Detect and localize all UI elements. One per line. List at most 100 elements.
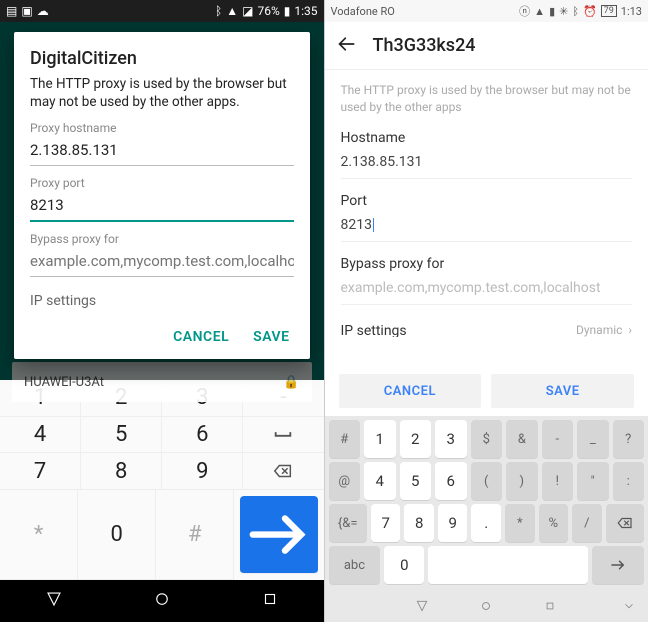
bypass-input[interactable]: example.com,mycomp.test.com,localhost bbox=[341, 280, 633, 305]
port-label: Proxy port bbox=[30, 176, 294, 190]
key-8[interactable]: 8 bbox=[81, 453, 162, 490]
cloud-icon: ☁ bbox=[37, 4, 49, 18]
port-field: Proxy port bbox=[30, 176, 294, 222]
key-lparen[interactable]: ( bbox=[471, 462, 503, 500]
wifi-icon: ▲ bbox=[226, 4, 238, 18]
battery-text: 79 bbox=[601, 5, 617, 17]
ip-value: Dynamic › bbox=[576, 323, 632, 337]
ip-settings-row[interactable]: IP settings Dynamic › bbox=[341, 319, 633, 337]
key-dollar[interactable]: $ bbox=[471, 420, 503, 458]
key-1[interactable]: 1 bbox=[364, 420, 396, 458]
key-backspace[interactable] bbox=[243, 453, 323, 490]
key-4[interactable]: 4 bbox=[0, 417, 81, 454]
key-0[interactable]: 0 bbox=[78, 490, 156, 580]
vibrate-icon: ✳ bbox=[559, 5, 568, 18]
key-7[interactable]: 7 bbox=[0, 453, 81, 490]
key-6[interactable]: 6 bbox=[435, 462, 467, 500]
key-amp[interactable]: & bbox=[506, 420, 538, 458]
key-5[interactable]: 5 bbox=[81, 417, 162, 454]
hostname-input[interactable] bbox=[30, 137, 294, 166]
dialog-note: The HTTP proxy is used by the browser bu… bbox=[30, 75, 294, 111]
hide-keyboard-icon[interactable] bbox=[622, 598, 636, 617]
key-underscore[interactable]: _ bbox=[577, 420, 609, 458]
clock-text: 1:35 bbox=[294, 4, 317, 18]
carrier-text: Vodafone RO bbox=[331, 5, 395, 18]
nav-back-icon[interactable] bbox=[45, 590, 63, 612]
phone-left: ▤ ▣ ☁ ᛒ ▲ ◪ 76% ▮ 1:35 HUAWEI-U3At 🔒 Dig… bbox=[0, 0, 325, 622]
cancel-button[interactable]: CANCEL bbox=[173, 329, 229, 345]
numeric-keyboard: 1 2 3 - 4 5 6 7 8 9 * 0 # bbox=[0, 380, 324, 580]
nav-bar bbox=[0, 580, 324, 622]
port-input[interactable]: 8213 bbox=[341, 217, 633, 242]
key-symbols[interactable]: {&= bbox=[329, 504, 367, 542]
hostname-input[interactable]: 2.138.85.131 bbox=[341, 154, 633, 179]
nav-back-icon[interactable] bbox=[415, 598, 429, 617]
key-period[interactable]: . bbox=[471, 504, 501, 542]
port-label: Port bbox=[341, 193, 633, 209]
key-star[interactable]: * bbox=[0, 490, 78, 580]
dialog-actions: CANCEL SAVE bbox=[30, 317, 294, 353]
no-sim-icon: ◪ bbox=[242, 4, 253, 18]
bypass-field: Bypass proxy for bbox=[30, 232, 294, 277]
key-9[interactable]: 9 bbox=[162, 453, 243, 490]
bluetooth-icon: ᛒ bbox=[215, 4, 222, 18]
key-backspace[interactable] bbox=[606, 504, 644, 542]
dialog-title: DigitalCitizen bbox=[30, 48, 294, 69]
key-space[interactable] bbox=[428, 546, 588, 584]
key-space[interactable] bbox=[243, 417, 323, 454]
key-hash[interactable]: # bbox=[156, 490, 234, 580]
hostname-label: Hostname bbox=[341, 130, 633, 146]
status-bar: ▤ ▣ ☁ ᛒ ▲ ◪ 76% ▮ 1:35 bbox=[0, 0, 324, 22]
key-bang[interactable]: ! bbox=[542, 462, 574, 500]
key-7[interactable]: 7 bbox=[371, 504, 401, 542]
proxy-dialog: DigitalCitizen The HTTP proxy is used by… bbox=[14, 32, 310, 359]
nav-bar bbox=[325, 592, 648, 622]
key-5[interactable]: 5 bbox=[400, 462, 432, 500]
battery-icon: ▮ bbox=[284, 4, 291, 18]
nav-recent-icon[interactable] bbox=[543, 598, 557, 617]
save-button[interactable]: SAVE bbox=[253, 329, 289, 345]
save-button[interactable]: SAVE bbox=[491, 374, 634, 408]
key-4[interactable]: 4 bbox=[364, 462, 396, 500]
header: Th3G33ks24 bbox=[325, 22, 648, 70]
bypass-input[interactable] bbox=[30, 248, 294, 277]
key-hash[interactable]: # bbox=[329, 420, 361, 458]
key-go[interactable] bbox=[592, 546, 644, 584]
proxy-note: The HTTP proxy is used by the browser bu… bbox=[341, 82, 633, 116]
alarm-icon: ⏰ bbox=[583, 5, 597, 18]
nfc-icon: ⓝ bbox=[519, 3, 530, 19]
page-title: Th3G33ks24 bbox=[373, 35, 476, 56]
keyboard: # 1 2 3 $ & - _ ? @ 4 5 6 ( ) ! " : {&= … bbox=[325, 416, 648, 592]
cancel-button[interactable]: CANCEL bbox=[339, 374, 482, 408]
ip-settings-row[interactable]: IP settings bbox=[30, 287, 294, 317]
key-colon[interactable]: : bbox=[613, 462, 645, 500]
nav-home-icon[interactable] bbox=[479, 598, 493, 617]
key-slash[interactable]: / bbox=[572, 504, 602, 542]
key-question[interactable]: ? bbox=[613, 420, 645, 458]
key-at[interactable]: @ bbox=[329, 462, 361, 500]
nav-home-icon[interactable] bbox=[153, 590, 171, 612]
key-6[interactable]: 6 bbox=[162, 417, 243, 454]
key-9[interactable]: 9 bbox=[438, 504, 468, 542]
port-input[interactable] bbox=[30, 192, 294, 222]
signal-icon: ▮ bbox=[549, 5, 555, 18]
bluetooth-icon: ᛒ bbox=[572, 5, 579, 18]
status-bar: Vodafone RO ⓝ ▲ ▮ ✳ ᛒ ⏰ 79 1:13 bbox=[325, 0, 648, 22]
hostname-field: Proxy hostname bbox=[30, 121, 294, 166]
key-rparen[interactable]: ) bbox=[506, 462, 538, 500]
key-8[interactable]: 8 bbox=[404, 504, 434, 542]
phone-right: Vodafone RO ⓝ ▲ ▮ ✳ ᛒ ⏰ 79 1:13 Th3G33ks… bbox=[325, 0, 648, 622]
key-3[interactable]: 3 bbox=[435, 420, 467, 458]
back-button[interactable] bbox=[337, 34, 357, 58]
key-abc[interactable]: abc bbox=[329, 546, 381, 584]
key-dash[interactable]: - bbox=[542, 420, 574, 458]
key-percent[interactable]: % bbox=[539, 504, 569, 542]
nav-recent-icon[interactable] bbox=[261, 590, 279, 612]
key-0[interactable]: 0 bbox=[384, 546, 424, 584]
notification-icon: ▤ bbox=[6, 4, 17, 18]
key-quote[interactable]: " bbox=[577, 462, 609, 500]
screen-body: HUAWEI-U3At 🔒 DigitalCitizen The HTTP pr… bbox=[0, 22, 324, 380]
key-go[interactable] bbox=[240, 496, 317, 574]
key-star[interactable]: * bbox=[505, 504, 535, 542]
key-2[interactable]: 2 bbox=[400, 420, 432, 458]
